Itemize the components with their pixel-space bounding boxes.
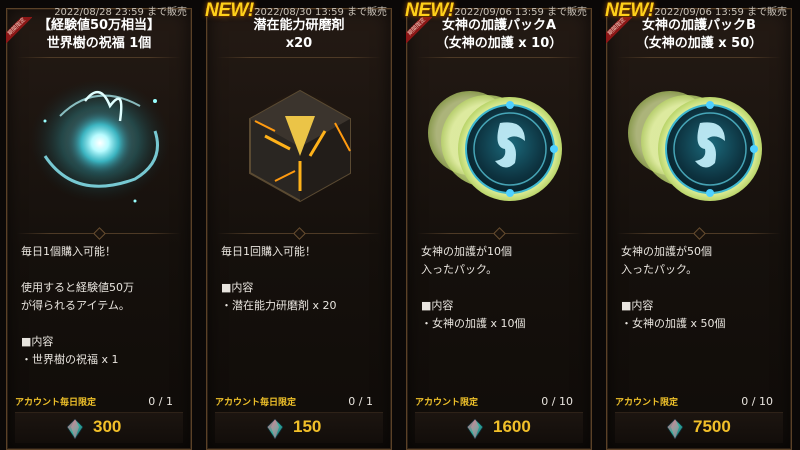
shop-card[interactable]: 期間限定 2022/08/28 23:59 まで販売 【経験値50万相当】 世界…: [6, 7, 192, 450]
gem-icon: [267, 419, 283, 439]
sale-end-date: 2022/08/28 23:59 まで販売: [54, 7, 187, 18]
item-title: 【経験値50万相当】 世界樹の祝福 1個: [37, 18, 161, 51]
shop-card[interactable]: 期間限定 2022/09/06 13:59 まで販売 NEW! 女神の加護パック…: [405, 0, 592, 450]
price: 7500: [693, 417, 731, 436]
goddess-blessing-coins-icon: [428, 91, 562, 201]
shop-card[interactable]: 期間限定 2022/09/06 13:59 まで販売 NEW! 女神の加護パック…: [605, 0, 792, 450]
divider: [17, 57, 181, 58]
divider: [217, 57, 381, 58]
buy-button[interactable]: 300: [15, 412, 183, 443]
limit-count: 0 / 10: [741, 395, 773, 408]
buy-button[interactable]: 1600: [415, 412, 583, 443]
divider: [617, 57, 781, 58]
item-title: 潜在能力研磨剤 x20: [253, 18, 345, 51]
purchase-limit: アカウント毎日限定 0 / 1: [15, 395, 173, 408]
item-title: 女神の加護パックA （女神の加護 x 10）: [435, 18, 563, 51]
item-description: 毎日1回購入可能！ ■内容 ・潜在能力研磨剤 x 20: [221, 245, 337, 312]
buy-button[interactable]: 150: [215, 412, 383, 443]
divider-diamond: [493, 227, 506, 240]
goddess-blessing-coins-icon: [628, 91, 762, 201]
gem-icon: [467, 419, 483, 439]
divider-diamond: [93, 227, 106, 240]
shop-card[interactable]: 2022/08/30 13:59 まで販売 NEW! 潜在能力研磨剤 x20 毎…: [205, 0, 392, 450]
sale-end-date: 2022/08/30 13:59 まで販売: [254, 7, 387, 18]
limit-count: 0 / 10: [541, 395, 573, 408]
buy-button[interactable]: 7500: [615, 412, 783, 443]
item-description: 毎日1個購入可能！ 使用すると経験値50万 が得られるアイテム。 ■内容 ・世界…: [21, 245, 134, 366]
gem-icon: [667, 419, 683, 439]
sale-end-date: 2022/09/06 13:59 まで販売: [454, 7, 587, 18]
potential-polish-cube-icon: [249, 89, 351, 203]
item-description: 女神の加護が10個 入ったパック。 ■内容 ・女神の加護 x 10個: [421, 245, 526, 330]
price: 300: [93, 417, 122, 436]
purchase-limit: アカウント限定 0 / 10: [615, 395, 773, 408]
purchase-limit: アカウント毎日限定 0 / 1: [215, 395, 373, 408]
divider: [417, 57, 581, 58]
limit-count: 0 / 1: [148, 395, 173, 408]
divider-diamond: [293, 227, 306, 240]
limit-count: 0 / 1: [348, 395, 373, 408]
price: 1600: [493, 417, 531, 436]
item-description: 女神の加護が50個 入ったパック。 ■内容 ・女神の加護 x 50個: [621, 245, 726, 330]
purchase-limit: アカウント限定 0 / 10: [415, 395, 573, 408]
item-title: 女神の加護パックB （女神の加護 x 50）: [635, 18, 763, 51]
world-tree-blessing-orb-icon: [30, 79, 170, 203]
gem-icon: [67, 419, 83, 439]
price: 150: [293, 417, 322, 436]
sale-end-date: 2022/09/06 13:59 まで販売: [654, 7, 787, 18]
divider-diamond: [693, 227, 706, 240]
